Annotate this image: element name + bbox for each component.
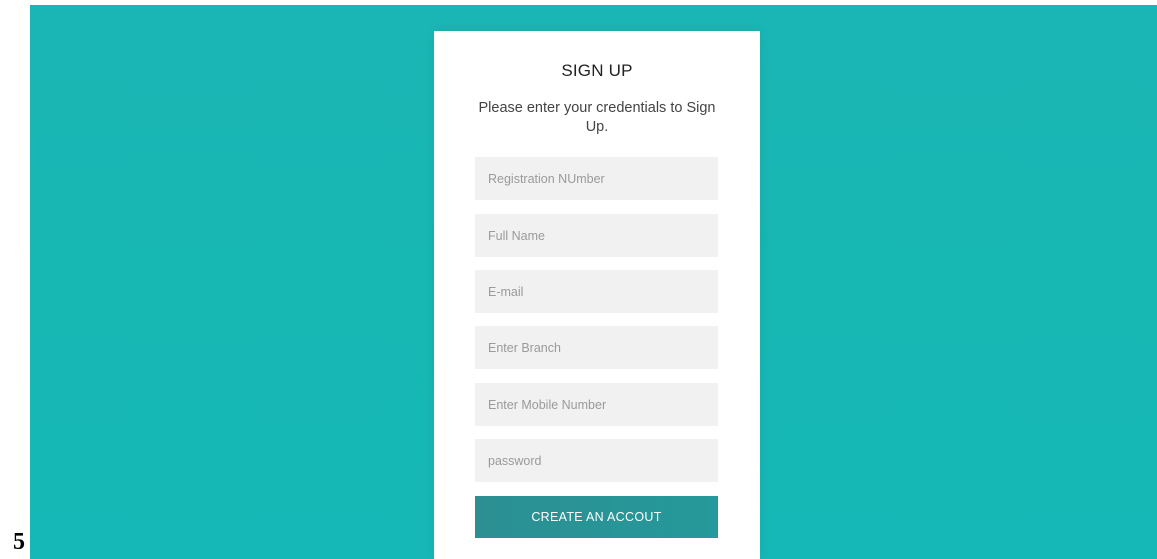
email-input[interactable]: [475, 270, 718, 313]
side-number-label: 5: [13, 529, 25, 555]
registration-number-input[interactable]: [475, 157, 718, 200]
password-input[interactable]: [475, 439, 718, 482]
signup-card: SIGN UP Please enter your credentials to…: [434, 31, 760, 559]
form-subtitle: Please enter your credentials to Sign Up…: [478, 100, 716, 135]
page: 5 SIGN UP Please enter your credentials …: [0, 0, 1157, 559]
form-title: SIGN UP: [561, 61, 633, 80]
mobile-number-input[interactable]: [475, 383, 718, 426]
full-name-input[interactable]: [475, 214, 718, 257]
branch-input[interactable]: [475, 326, 718, 369]
create-account-button[interactable]: CREATE AN ACCOUT: [475, 496, 718, 538]
